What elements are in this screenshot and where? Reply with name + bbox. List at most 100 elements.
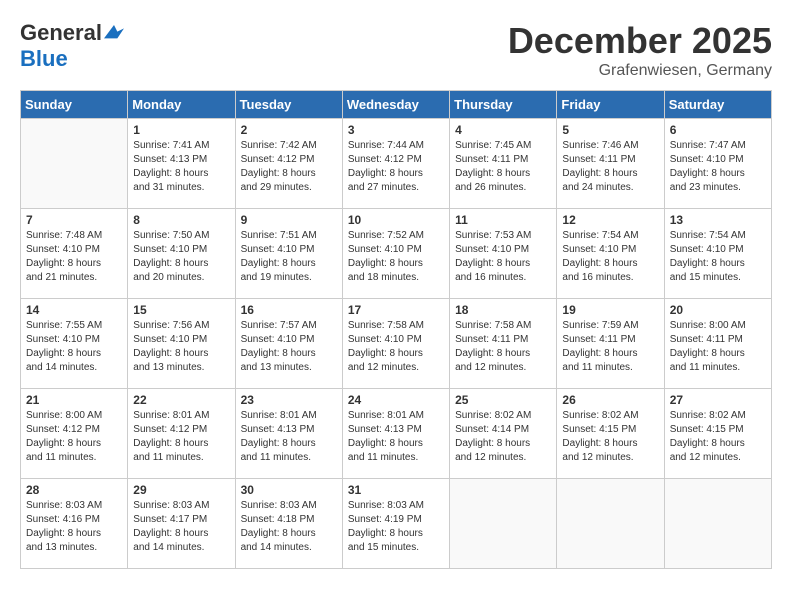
day-info: Sunrise: 7:54 AM Sunset: 4:10 PM Dayligh… [670, 229, 766, 285]
calendar-week-2: 7 Sunrise: 7:48 AM Sunset: 4:10 PM Daylig… [21, 209, 772, 299]
calendar-cell: 17Sunrise: 7:58 AM Sunset: 4:10 PM Dayli… [342, 299, 449, 389]
day-number: 21 [26, 393, 122, 407]
calendar-cell: 2 Sunrise: 7:42 AM Sunset: 4:12 PM Daylig… [235, 119, 342, 209]
weekday-header-saturday: Saturday [664, 91, 771, 119]
day-info: Sunrise: 7:55 AM Sunset: 4:10 PM Dayligh… [26, 319, 122, 375]
day-number: 4 [455, 123, 551, 137]
page-header: General Blue December 2025 Grafenwiesen,… [20, 20, 772, 80]
calendar-cell [664, 479, 771, 569]
calendar-cell: 10Sunrise: 7:52 AM Sunset: 4:10 PM Dayli… [342, 209, 449, 299]
day-number: 7 [26, 213, 122, 227]
day-info: Sunrise: 7:58 AM Sunset: 4:10 PM Dayligh… [348, 319, 444, 375]
weekday-header-sunday: Sunday [21, 91, 128, 119]
day-info: Sunrise: 7:42 AM Sunset: 4:12 PM Dayligh… [241, 139, 337, 195]
day-number: 9 [241, 213, 337, 227]
calendar-cell: 26 Sunrise: 8:02 AM Sunset: 4:15 PM Dayli… [557, 389, 664, 479]
weekday-header-monday: Monday [128, 91, 235, 119]
day-number: 14 [26, 303, 122, 317]
day-info: Sunrise: 8:02 AM Sunset: 4:15 PM Dayligh… [562, 409, 658, 465]
day-number: 1 [133, 123, 229, 137]
weekday-header-wednesday: Wednesday [342, 91, 449, 119]
calendar-week-3: 14 Sunrise: 7:55 AM Sunset: 4:10 PM Dayli… [21, 299, 772, 389]
day-info: Sunrise: 7:59 AM Sunset: 4:11 PM Dayligh… [562, 319, 658, 375]
calendar-cell: 31Sunrise: 8:03 AM Sunset: 4:19 PM Dayli… [342, 479, 449, 569]
month-year-title: December 2025 [508, 20, 772, 62]
calendar-cell: 16 Sunrise: 7:57 AM Sunset: 4:10 PM Dayli… [235, 299, 342, 389]
calendar-week-4: 21 Sunrise: 8:00 AM Sunset: 4:12 PM Dayli… [21, 389, 772, 479]
calendar-cell: 27 Sunrise: 8:02 AM Sunset: 4:15 PM Dayli… [664, 389, 771, 479]
calendar-cell: 22Sunrise: 8:01 AM Sunset: 4:12 PM Dayli… [128, 389, 235, 479]
day-info: Sunrise: 7:56 AM Sunset: 4:10 PM Dayligh… [133, 319, 229, 375]
calendar-cell: 14 Sunrise: 7:55 AM Sunset: 4:10 PM Dayli… [21, 299, 128, 389]
calendar-cell: 6Sunrise: 7:47 AM Sunset: 4:10 PM Daylig… [664, 119, 771, 209]
calendar-cell [557, 479, 664, 569]
day-number: 19 [562, 303, 658, 317]
day-info: Sunrise: 7:52 AM Sunset: 4:10 PM Dayligh… [348, 229, 444, 285]
day-number: 18 [455, 303, 551, 317]
calendar-cell: 9 Sunrise: 7:51 AM Sunset: 4:10 PM Daylig… [235, 209, 342, 299]
weekday-header-friday: Friday [557, 91, 664, 119]
day-info: Sunrise: 7:57 AM Sunset: 4:10 PM Dayligh… [241, 319, 337, 375]
calendar-week-1: 1 Sunrise: 7:41 AM Sunset: 4:13 PM Daylig… [21, 119, 772, 209]
day-info: Sunrise: 7:51 AM Sunset: 4:10 PM Dayligh… [241, 229, 337, 285]
day-info: Sunrise: 8:01 AM Sunset: 4:13 PM Dayligh… [241, 409, 337, 465]
day-number: 13 [670, 213, 766, 227]
day-info: Sunrise: 8:02 AM Sunset: 4:15 PM Dayligh… [670, 409, 766, 465]
day-info: Sunrise: 8:00 AM Sunset: 4:12 PM Dayligh… [26, 409, 122, 465]
calendar-table: SundayMondayTuesdayWednesdayThursdayFrid… [20, 90, 772, 569]
day-info: Sunrise: 7:53 AM Sunset: 4:10 PM Dayligh… [455, 229, 551, 285]
day-number: 15 [133, 303, 229, 317]
day-number: 16 [241, 303, 337, 317]
weekday-header-thursday: Thursday [450, 91, 557, 119]
day-info: Sunrise: 8:01 AM Sunset: 4:12 PM Dayligh… [133, 409, 229, 465]
day-info: Sunrise: 7:54 AM Sunset: 4:10 PM Dayligh… [562, 229, 658, 285]
logo: General Blue [20, 20, 126, 72]
calendar-cell: 7 Sunrise: 7:48 AM Sunset: 4:10 PM Daylig… [21, 209, 128, 299]
calendar-cell: 18 Sunrise: 7:58 AM Sunset: 4:11 PM Dayli… [450, 299, 557, 389]
day-info: Sunrise: 7:46 AM Sunset: 4:11 PM Dayligh… [562, 139, 658, 195]
calendar-cell: 5 Sunrise: 7:46 AM Sunset: 4:11 PM Daylig… [557, 119, 664, 209]
calendar-cell: 12Sunrise: 7:54 AM Sunset: 4:10 PM Dayli… [557, 209, 664, 299]
day-number: 3 [348, 123, 444, 137]
day-info: Sunrise: 7:47 AM Sunset: 4:10 PM Dayligh… [670, 139, 766, 195]
day-info: Sunrise: 7:50 AM Sunset: 4:10 PM Dayligh… [133, 229, 229, 285]
calendar-cell: 15 Sunrise: 7:56 AM Sunset: 4:10 PM Dayli… [128, 299, 235, 389]
calendar-cell: 8 Sunrise: 7:50 AM Sunset: 4:10 PM Daylig… [128, 209, 235, 299]
day-info: Sunrise: 8:01 AM Sunset: 4:13 PM Dayligh… [348, 409, 444, 465]
calendar-cell: 21 Sunrise: 8:00 AM Sunset: 4:12 PM Dayli… [21, 389, 128, 479]
logo-general-text: General [20, 20, 102, 46]
day-number: 26 [562, 393, 658, 407]
day-info: Sunrise: 7:44 AM Sunset: 4:12 PM Dayligh… [348, 139, 444, 195]
day-number: 30 [241, 483, 337, 497]
calendar-cell: 25Sunrise: 8:02 AM Sunset: 4:14 PM Dayli… [450, 389, 557, 479]
day-info: Sunrise: 8:00 AM Sunset: 4:11 PM Dayligh… [670, 319, 766, 375]
day-number: 29 [133, 483, 229, 497]
calendar-cell [21, 119, 128, 209]
day-number: 5 [562, 123, 658, 137]
day-number: 31 [348, 483, 444, 497]
day-number: 20 [670, 303, 766, 317]
calendar-cell: 23 Sunrise: 8:01 AM Sunset: 4:13 PM Dayli… [235, 389, 342, 479]
logo-blue-text: Blue [20, 46, 68, 72]
day-info: Sunrise: 8:03 AM Sunset: 4:16 PM Dayligh… [26, 499, 122, 555]
location-subtitle: Grafenwiesen, Germany [508, 62, 772, 80]
day-info: Sunrise: 7:41 AM Sunset: 4:13 PM Dayligh… [133, 139, 229, 195]
day-number: 2 [241, 123, 337, 137]
calendar-week-5: 28 Sunrise: 8:03 AM Sunset: 4:16 PM Dayli… [21, 479, 772, 569]
calendar-cell [450, 479, 557, 569]
calendar-cell: 11Sunrise: 7:53 AM Sunset: 4:10 PM Dayli… [450, 209, 557, 299]
day-info: Sunrise: 7:58 AM Sunset: 4:11 PM Dayligh… [455, 319, 551, 375]
calendar-cell: 4 Sunrise: 7:45 AM Sunset: 4:11 PM Daylig… [450, 119, 557, 209]
day-info: Sunrise: 8:03 AM Sunset: 4:17 PM Dayligh… [133, 499, 229, 555]
day-info: Sunrise: 7:45 AM Sunset: 4:11 PM Dayligh… [455, 139, 551, 195]
day-number: 28 [26, 483, 122, 497]
calendar-cell: 30Sunrise: 8:03 AM Sunset: 4:18 PM Dayli… [235, 479, 342, 569]
day-number: 27 [670, 393, 766, 407]
day-number: 24 [348, 393, 444, 407]
day-number: 23 [241, 393, 337, 407]
day-info: Sunrise: 7:48 AM Sunset: 4:10 PM Dayligh… [26, 229, 122, 285]
calendar-cell: 19 Sunrise: 7:59 AM Sunset: 4:11 PM Dayli… [557, 299, 664, 389]
calendar-cell: 13 Sunrise: 7:54 AM Sunset: 4:10 PM Dayli… [664, 209, 771, 299]
day-number: 8 [133, 213, 229, 227]
weekday-header-row: SundayMondayTuesdayWednesdayThursdayFrid… [21, 91, 772, 119]
